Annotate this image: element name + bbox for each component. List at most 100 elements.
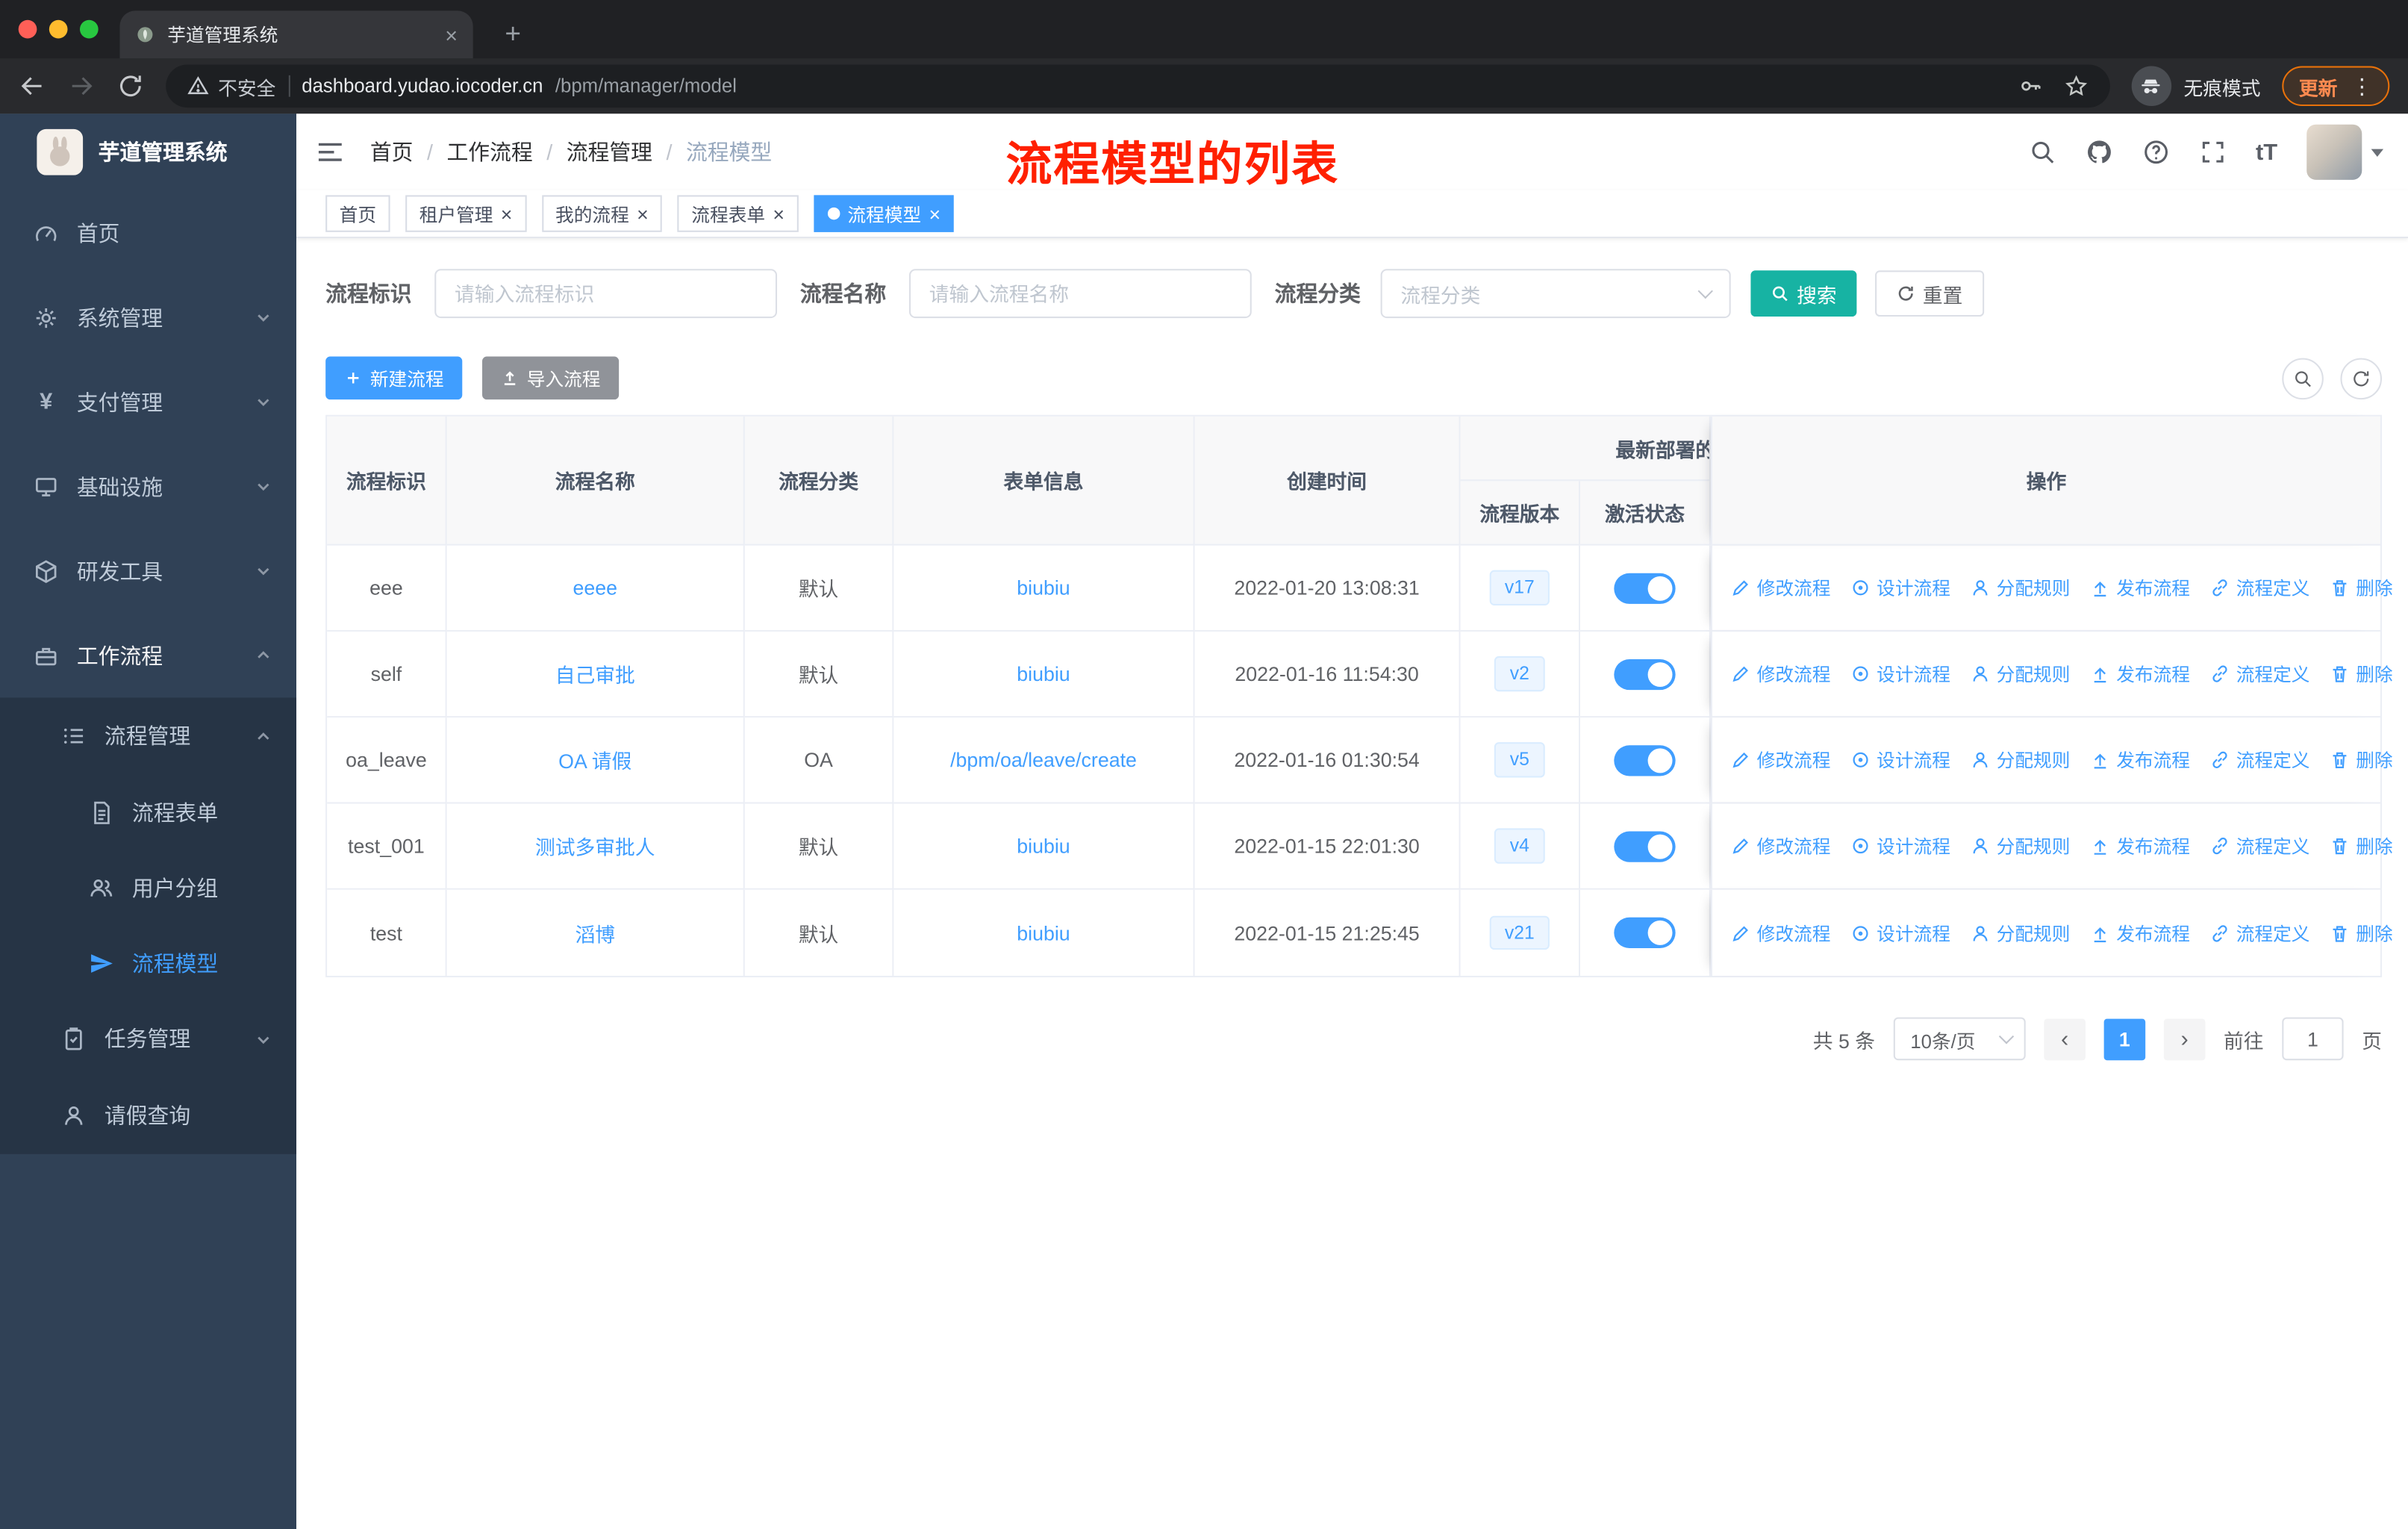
goto-page-input[interactable] [2282, 1017, 2344, 1061]
app-logo-row[interactable]: 芋道管理系统 [0, 113, 296, 190]
process-key-input[interactable] [434, 269, 778, 319]
action-publish-process[interactable]: 发布流程 [2090, 747, 2190, 773]
form-info-link[interactable]: biubiu [1017, 921, 1070, 944]
sidebar-item-infrastructure[interactable]: 基础设施 [0, 444, 296, 529]
page-size-select[interactable]: 10条/页 [1893, 1017, 2026, 1061]
tag-home[interactable]: 首页 [325, 195, 390, 232]
next-page-button[interactable]: › [2163, 1018, 2206, 1060]
action-publish-process[interactable]: 发布流程 [2090, 661, 2190, 687]
tag-my-process[interactable]: 我的流程 × [541, 195, 663, 232]
action-edit-process[interactable]: 修改流程 [1731, 747, 1830, 773]
action-delete[interactable]: 删除 [2330, 833, 2393, 859]
process-category-select[interactable]: 流程分类 [1380, 269, 1731, 319]
form-info-link[interactable]: biubiu [1017, 576, 1070, 600]
browser-update-button[interactable]: 更新 ⋮ [2282, 66, 2390, 107]
action-design-process[interactable]: 设计流程 [1850, 661, 1950, 687]
active-toggle[interactable] [1614, 658, 1676, 690]
action-delete[interactable]: 删除 [2330, 575, 2393, 601]
forward-icon[interactable] [68, 72, 96, 100]
action-process-definition[interactable]: 流程定义 [2210, 747, 2309, 773]
action-edit-process[interactable]: 修改流程 [1731, 575, 1830, 601]
active-toggle[interactable] [1614, 830, 1676, 862]
action-process-definition[interactable]: 流程定义 [2210, 575, 2309, 601]
breadcrumb-item[interactable]: 工作流程 [413, 137, 532, 167]
action-design-process[interactable]: 设计流程 [1850, 747, 1950, 773]
browser-tab[interactable]: 芋道管理系统 × [119, 10, 473, 59]
action-edit-process[interactable]: 修改流程 [1731, 833, 1830, 859]
action-publish-process[interactable]: 发布流程 [2090, 833, 2190, 859]
close-icon[interactable]: × [637, 204, 649, 224]
refresh-table-button[interactable] [2340, 357, 2383, 399]
tag-process-model-active[interactable]: 流程模型 × [814, 195, 955, 232]
breadcrumb-item[interactable]: 流程管理 [533, 137, 652, 167]
action-process-definition[interactable]: 流程定义 [2210, 833, 2309, 859]
current-page-button[interactable]: 1 [2103, 1018, 2146, 1060]
process-name-link[interactable]: 测试多审批人 [535, 832, 655, 861]
action-assign-rules[interactable]: 分配规则 [1971, 833, 2070, 859]
sidebar-item-user-group[interactable]: 用户分组 [0, 850, 296, 925]
sidebar-item-process-form[interactable]: 流程表单 [0, 774, 296, 850]
close-icon[interactable]: × [929, 204, 941, 224]
action-assign-rules[interactable]: 分配规则 [1971, 575, 2070, 601]
action-publish-process[interactable]: 发布流程 [2090, 920, 2190, 946]
process-name-input[interactable] [908, 269, 1252, 319]
action-process-definition[interactable]: 流程定义 [2210, 661, 2309, 687]
help-icon[interactable] [2142, 138, 2170, 166]
active-toggle[interactable] [1614, 917, 1676, 948]
fullscreen-icon[interactable] [2199, 138, 2227, 166]
sidebar-item-process-model[interactable]: 流程模型 [0, 925, 296, 1000]
action-delete[interactable]: 删除 [2330, 661, 2393, 687]
user-menu[interactable] [2306, 124, 2384, 180]
sidebar-item-devtools[interactable]: 研发工具 [0, 529, 296, 613]
action-publish-process[interactable]: 发布流程 [2090, 575, 2190, 601]
zoom-window-button[interactable] [79, 19, 99, 39]
create-process-button[interactable]: 新建流程 [325, 356, 463, 400]
form-info-link[interactable]: biubiu [1017, 662, 1070, 685]
process-name-link[interactable]: 自己审批 [555, 659, 635, 688]
breadcrumb-item[interactable]: 首页 [370, 137, 414, 167]
action-delete[interactable]: 删除 [2330, 920, 2393, 946]
process-name-link[interactable]: 滔博 [575, 918, 615, 947]
action-design-process[interactable]: 设计流程 [1850, 833, 1950, 859]
sidebar-item-workflow[interactable]: 工作流程 [0, 613, 296, 697]
close-window-button[interactable] [18, 19, 37, 39]
action-assign-rules[interactable]: 分配规则 [1971, 661, 2070, 687]
action-design-process[interactable]: 设计流程 [1850, 920, 1950, 946]
action-design-process[interactable]: 设计流程 [1850, 575, 1950, 601]
process-name-link[interactable]: eeee [573, 576, 617, 600]
reset-button[interactable]: 重置 [1875, 270, 1985, 317]
tag-process-form[interactable]: 流程表单 × [677, 195, 799, 232]
sidebar-item-payment[interactable]: ¥ 支付管理 [0, 360, 296, 444]
search-button[interactable]: 搜索 [1750, 270, 1857, 317]
sidebar-toggle-icon[interactable] [315, 137, 346, 167]
github-icon[interactable] [2086, 138, 2113, 166]
action-process-definition[interactable]: 流程定义 [2210, 920, 2309, 946]
search-icon[interactable] [2028, 138, 2056, 166]
url-bar[interactable]: 不安全 dashboard.yudao.iocoder.cn/bpm/manag… [166, 64, 2110, 108]
browser-menu-icon[interactable]: ⋮ [2351, 73, 2373, 99]
sidebar-item-task-management[interactable]: 任务管理 [0, 1000, 296, 1077]
sidebar-item-leave-query[interactable]: 请假查询 [0, 1077, 296, 1154]
sidebar-item-system[interactable]: 系统管理 [0, 275, 296, 359]
form-info-link[interactable]: /bpm/oa/leave/create [950, 748, 1137, 771]
new-tab-button[interactable]: + [491, 12, 534, 55]
tab-close-icon[interactable]: × [445, 22, 458, 47]
action-assign-rules[interactable]: 分配规则 [1971, 920, 2070, 946]
reload-icon[interactable] [116, 72, 144, 100]
key-icon[interactable] [2018, 74, 2042, 99]
prev-page-button[interactable]: ‹ [2044, 1018, 2086, 1060]
active-toggle[interactable] [1614, 572, 1676, 603]
process-name-link[interactable]: OA 请假 [558, 745, 631, 774]
close-icon[interactable]: × [773, 204, 785, 224]
sidebar-item-home[interactable]: 首页 [0, 190, 296, 275]
minimize-window-button[interactable] [49, 19, 68, 39]
action-assign-rules[interactable]: 分配规则 [1971, 747, 2070, 773]
show-search-button[interactable] [2282, 357, 2324, 399]
security-chip[interactable]: 不安全 [187, 72, 275, 101]
tag-tenant[interactable]: 租户管理 × [405, 195, 526, 232]
active-toggle[interactable] [1614, 744, 1676, 776]
sidebar-item-process-management[interactable]: 流程管理 [0, 697, 296, 774]
form-info-link[interactable]: biubiu [1017, 835, 1070, 858]
bookmark-star-icon[interactable] [2064, 74, 2089, 99]
import-process-button[interactable]: 导入流程 [482, 356, 620, 400]
